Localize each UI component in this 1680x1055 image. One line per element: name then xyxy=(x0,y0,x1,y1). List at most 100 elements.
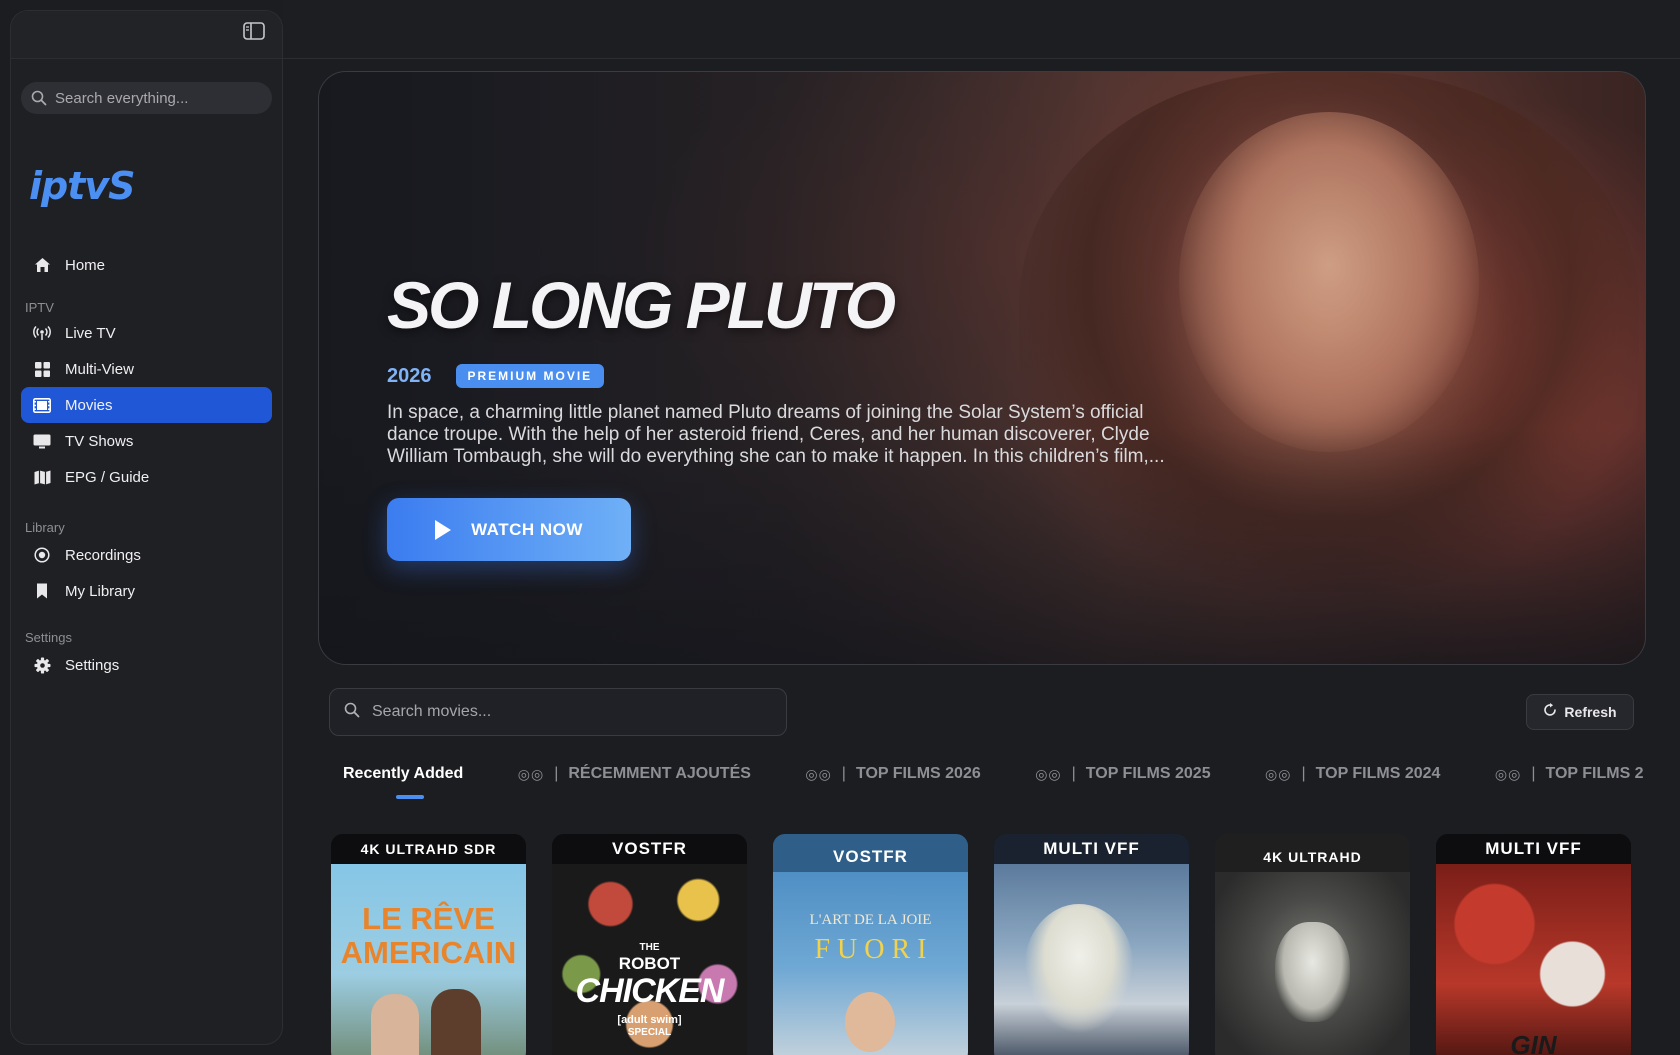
sidebar-item-label: Recordings xyxy=(65,546,141,564)
sidebar-item-my-library[interactable]: My Library xyxy=(21,573,272,609)
eyes-icon: ◎◎ xyxy=(1494,765,1522,782)
tab-label: TOP FILMS 2024 xyxy=(1315,765,1441,782)
tab-recemment-ajoutes[interactable]: ◎◎ | RÉCEMMENT AJOUTÉS xyxy=(518,763,751,785)
sidebar-item-label: Multi-View xyxy=(65,360,134,378)
watch-now-label: WATCH NOW xyxy=(471,519,583,539)
hero-content: SO LONG PLUTO 2026 PREMIUM MOVIE In spac… xyxy=(387,272,1187,561)
film-icon xyxy=(33,396,51,414)
search-icon xyxy=(31,90,47,106)
sidebar-item-label: EPG / Guide xyxy=(65,468,150,486)
app-logo[interactable]: iptvS xyxy=(29,164,136,208)
movie-poster[interactable]: MULTI VFF xyxy=(994,834,1189,1055)
section-label-settings: Settings xyxy=(25,630,72,645)
hero-title: SO LONG PLUTO xyxy=(387,268,896,342)
tab-top-films-2024[interactable]: ◎◎ | TOP FILMS 2024 xyxy=(1265,763,1440,785)
poster-art: L'ART DE LA JOIE F U O R I xyxy=(773,872,968,1055)
tab-label: TOP FILMS 2 xyxy=(1545,765,1644,782)
watch-now-button[interactable]: WATCH NOW xyxy=(387,498,631,561)
tab-top-films-more[interactable]: ◎◎ | TOP FILMS 2 xyxy=(1495,763,1644,785)
sidebar-item-label: TV Shows xyxy=(65,432,134,450)
movie-poster[interactable]: MULTI VFF GIN xyxy=(1436,834,1631,1055)
poster-figure xyxy=(1024,904,1134,1034)
tab-top-films-2025[interactable]: ◎◎ | TOP FILMS 2025 xyxy=(1035,763,1210,785)
sidebar-item-settings[interactable]: Settings xyxy=(21,647,272,683)
poster-figure xyxy=(431,989,481,1055)
poster-art: THE ROBOT CHICKEN [adult swim] SPECIAL xyxy=(552,864,747,1055)
search-icon xyxy=(344,702,360,723)
app-window: iptvS Home IPTV Live TV Multi-View Movie… xyxy=(0,0,1680,1055)
tab-recently-added[interactable]: Recently Added xyxy=(343,763,463,785)
bookmark-icon xyxy=(33,582,51,600)
tv-icon xyxy=(33,432,51,450)
refresh-icon xyxy=(1543,702,1557,722)
poster-art xyxy=(1215,872,1410,1055)
eyes-icon: ◎◎ xyxy=(1035,765,1062,782)
sidebar-item-recordings[interactable]: Recordings xyxy=(21,537,272,573)
movie-poster[interactable]: VOSTFR L'ART DE LA JOIE F U O R I xyxy=(773,834,968,1055)
tab-label: TOP FILMS 2025 xyxy=(1085,765,1211,782)
poster-figure xyxy=(371,994,419,1055)
sidebar-item-movies[interactable]: Movies xyxy=(21,387,272,423)
tab-label: Recently Added xyxy=(343,765,464,782)
search-movies-input[interactable] xyxy=(372,703,752,721)
sidebar-item-label: Settings xyxy=(65,656,120,674)
poster-title-line: SPECIAL xyxy=(627,1027,672,1038)
sidebar-item-tv-shows[interactable]: TV Shows xyxy=(21,423,272,459)
sidebar-item-epg-guide[interactable]: EPG / Guide xyxy=(21,459,272,495)
hero-year: 2026 xyxy=(387,364,432,387)
sidebar-toggle-icon[interactable] xyxy=(240,20,268,42)
refresh-label: Refresh xyxy=(1564,704,1617,720)
sidebar-search[interactable] xyxy=(21,82,272,114)
movie-poster[interactable]: VOSTFR THE ROBOT CHICKEN [adult swim] SP… xyxy=(552,834,747,1055)
movie-search[interactable] xyxy=(329,688,787,736)
section-label-iptv: IPTV xyxy=(25,300,54,315)
poster-figure xyxy=(1275,922,1350,1022)
poster-title-line: CHICKEN xyxy=(575,972,725,1010)
tab-label: RÉCEMMENT AJOUTÉS xyxy=(568,765,751,782)
tab-label: TOP FILMS 2026 xyxy=(855,765,981,782)
poster-art xyxy=(994,864,1189,1055)
eyes-icon: ◎◎ xyxy=(517,765,545,782)
poster-art: GIN xyxy=(1436,864,1631,1055)
hero-meta: 2026 PREMIUM MOVIE xyxy=(387,364,1187,388)
sidebar: iptvS Home IPTV Live TV Multi-View Movie… xyxy=(10,10,283,1045)
tab-separator: | xyxy=(554,765,559,782)
active-tab-indicator xyxy=(396,795,424,799)
gear-icon xyxy=(33,656,51,674)
grid-icon xyxy=(33,360,51,378)
home-icon xyxy=(33,256,51,274)
poster-title-line: AMERICAIN xyxy=(340,935,517,970)
movie-poster[interactable]: 4K ULTRAHD SDR LE RÊVE AMERICAIN xyxy=(331,834,526,1055)
poster-title-line: F U O R I xyxy=(814,934,927,965)
sidebar-header xyxy=(11,11,282,59)
hero-description: In space, a charming little planet named… xyxy=(387,402,1165,467)
sidebar-item-home[interactable]: Home xyxy=(21,247,272,283)
sidebar-item-multi-view[interactable]: Multi-View xyxy=(21,351,272,387)
section-label-library: Library xyxy=(25,520,65,535)
eyes-icon: ◎◎ xyxy=(805,765,832,782)
tab-top-films-2026[interactable]: ◎◎ | TOP FILMS 2026 xyxy=(805,763,980,785)
refresh-button[interactable]: Refresh xyxy=(1526,694,1634,730)
tab-separator: | xyxy=(1071,765,1076,782)
antenna-icon xyxy=(33,324,51,342)
premium-badge: PREMIUM MOVIE xyxy=(455,364,605,388)
poster-title-line: LE RÊVE xyxy=(362,901,495,936)
tab-separator: | xyxy=(1531,765,1536,782)
poster-title-line: L'ART DE LA JOIE xyxy=(809,912,932,928)
poster-banner: MULTI VFF xyxy=(994,834,1189,864)
search-everything-input[interactable] xyxy=(55,89,255,107)
poster-banner: VOSTFR xyxy=(552,834,747,864)
poster-art: LE RÊVE AMERICAIN xyxy=(331,864,526,1055)
poster-banner: 4K ULTRAHD xyxy=(1215,842,1410,872)
poster-banner: 4K ULTRAHD SDR xyxy=(331,834,526,864)
sidebar-item-label: Movies xyxy=(65,396,113,414)
poster-title-line: ROBOT xyxy=(618,954,681,973)
sidebar-item-live-tv[interactable]: Live TV xyxy=(21,315,272,351)
category-tabs: Recently Added ◎◎ | RÉCEMMENT AJOUTÉS ◎◎ | T… xyxy=(343,763,1680,803)
hero-backdrop-face xyxy=(1179,112,1479,452)
record-icon xyxy=(33,546,51,564)
movie-poster[interactable]: 4K ULTRAHD xyxy=(1215,834,1410,1055)
movie-poster-row: 4K ULTRAHD SDR LE RÊVE AMERICAIN VOSTFR … xyxy=(331,834,1657,1055)
poster-title-line: GIN xyxy=(1510,1030,1557,1055)
map-icon xyxy=(33,468,51,486)
